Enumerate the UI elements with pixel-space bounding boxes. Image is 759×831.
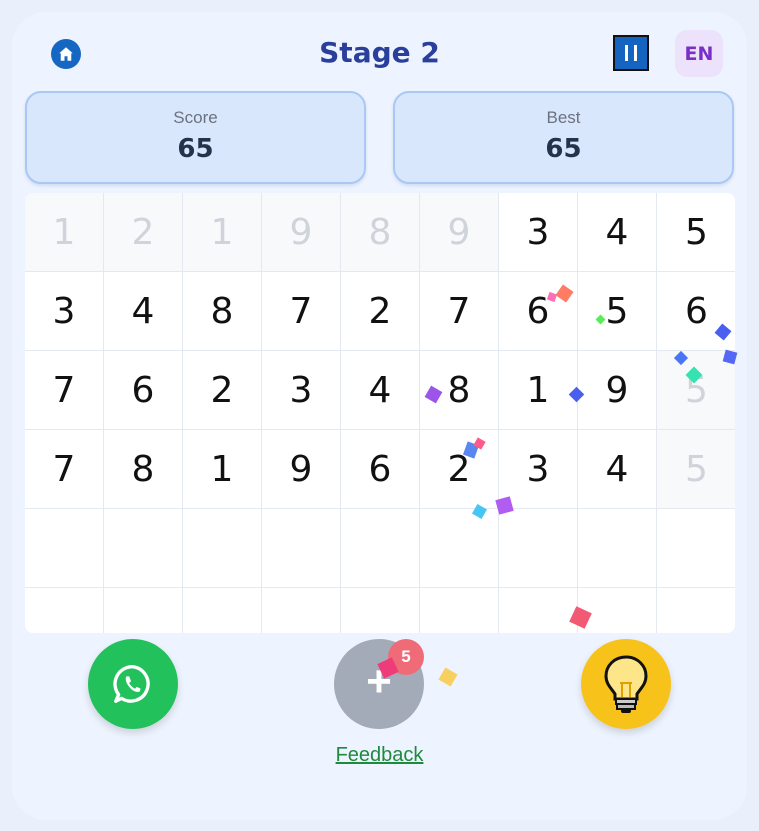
board-cell[interactable]: 2 [341, 272, 420, 351]
board-cell-empty [341, 588, 420, 633]
add-count-badge: 5 [388, 639, 424, 675]
share-whatsapp-button[interactable] [88, 639, 178, 729]
pause-icon-bar-right [634, 45, 637, 61]
number-board: 121989345348727656762348195781962345 [25, 193, 735, 633]
plus-icon: + [366, 657, 392, 706]
board-cell-empty [25, 509, 104, 588]
board-cell[interactable]: 9 [578, 351, 657, 430]
feedback-link[interactable]: Feedback [0, 744, 759, 767]
board-cell[interactable]: 3 [262, 351, 341, 430]
board-cell-empty [104, 509, 183, 588]
board-cell[interactable]: 2 [183, 351, 262, 430]
board-cell-empty [578, 509, 657, 588]
best-value: 65 [545, 134, 582, 164]
lightbulb-icon [604, 655, 648, 713]
board-cell[interactable]: 6 [341, 430, 420, 509]
board-cell-empty [657, 509, 735, 588]
board-cell[interactable]: 9 [262, 430, 341, 509]
board-cell[interactable]: 9 [262, 193, 341, 272]
board-cell-empty [183, 588, 262, 633]
board-cell[interactable]: 5 [657, 193, 735, 272]
board-cell[interactable]: 5 [578, 272, 657, 351]
score-card: Score 65 [25, 91, 366, 184]
board-cell[interactable]: 4 [341, 351, 420, 430]
board-cell-empty [104, 588, 183, 633]
board-cell[interactable]: 2 [420, 430, 499, 509]
board-cell[interactable]: 7 [262, 272, 341, 351]
board-cell[interactable]: 5 [657, 430, 735, 509]
pause-icon-bar-left [625, 45, 628, 61]
board-cell[interactable]: 8 [341, 193, 420, 272]
board-cell[interactable]: 2 [104, 193, 183, 272]
board-cell-empty [420, 588, 499, 633]
board-cell-empty [262, 588, 341, 633]
board-cell-empty [578, 588, 657, 633]
board-cell[interactable]: 8 [104, 430, 183, 509]
board-cell[interactable]: 1 [183, 193, 262, 272]
board-cell[interactable]: 6 [499, 272, 578, 351]
board-cell-empty [25, 588, 104, 633]
board-cell-empty [262, 509, 341, 588]
board-cell[interactable]: 7 [25, 430, 104, 509]
board-cell-empty [657, 588, 735, 633]
board-cell[interactable]: 1 [499, 351, 578, 430]
board-cell[interactable]: 7 [25, 351, 104, 430]
board-cell[interactable]: 8 [183, 272, 262, 351]
board-cell[interactable]: 3 [499, 193, 578, 272]
board-cell-empty [341, 509, 420, 588]
best-card: Best 65 [393, 91, 734, 184]
score-value: 65 [177, 134, 214, 164]
hint-button[interactable] [581, 639, 671, 729]
board-cell-empty [420, 509, 499, 588]
board-cell[interactable]: 1 [183, 430, 262, 509]
board-cell[interactable]: 3 [499, 430, 578, 509]
board-cell-empty [499, 588, 578, 633]
board-cell[interactable]: 8 [420, 351, 499, 430]
language-button[interactable]: EN [675, 30, 723, 77]
board-cell[interactable]: 7 [420, 272, 499, 351]
pause-button[interactable] [613, 35, 649, 71]
best-label: Best [546, 108, 581, 127]
board-cell[interactable]: 4 [578, 193, 657, 272]
board-cell[interactable]: 6 [104, 351, 183, 430]
board-cell-empty [183, 509, 262, 588]
board-cell[interactable]: 1 [25, 193, 104, 272]
board-cell[interactable]: 3 [25, 272, 104, 351]
board-cell[interactable]: 5 [657, 351, 735, 430]
board-cell-empty [499, 509, 578, 588]
board-cell[interactable]: 9 [420, 193, 499, 272]
board-cell[interactable]: 6 [657, 272, 735, 351]
board-cell[interactable]: 4 [104, 272, 183, 351]
score-label: Score [173, 108, 218, 127]
board-cell[interactable]: 4 [578, 430, 657, 509]
whatsapp-icon [113, 665, 150, 703]
